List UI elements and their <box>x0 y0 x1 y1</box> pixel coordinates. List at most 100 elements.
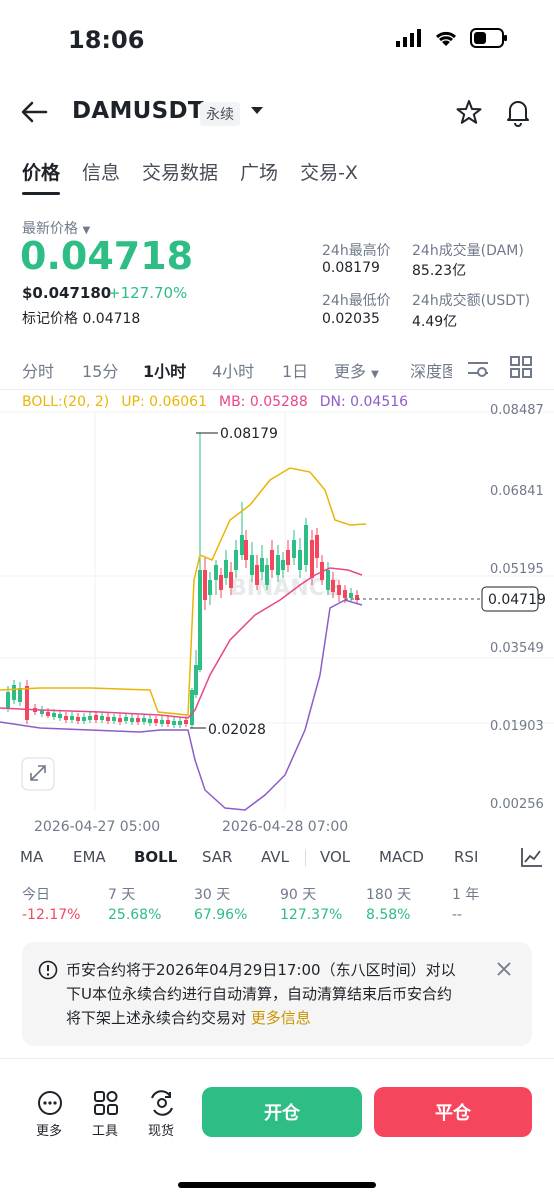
candle-body <box>349 593 353 598</box>
divider <box>0 1058 554 1059</box>
more-info-link[interactable]: 更多信息 <box>251 1009 311 1027</box>
candle-body <box>118 718 122 722</box>
candle-body <box>198 570 202 670</box>
status-icons <box>396 28 508 48</box>
indicator-vol[interactable]: VOL <box>320 848 350 866</box>
indicator-chart-icon[interactable] <box>520 846 544 868</box>
spot-button[interactable] <box>149 1090 175 1120</box>
candle-body <box>70 716 74 720</box>
tab-info[interactable]: 信息 <box>82 158 120 185</box>
candle-body <box>234 550 238 570</box>
amount-value: 4.49亿 <box>412 314 458 330</box>
star-icon[interactable] <box>455 98 483 126</box>
candle-body <box>18 688 22 702</box>
candle-body <box>276 555 280 575</box>
tab-square[interactable]: 广场 <box>240 158 278 185</box>
perf-value: 8.58% <box>366 907 411 923</box>
candle-body <box>64 716 68 720</box>
tab-price[interactable]: 价格 <box>22 158 61 195</box>
volume-label: 24h成交量(DAM) <box>412 243 524 259</box>
indicator-macd[interactable]: MACD <box>379 848 424 866</box>
y-tick: 0.03549 <box>490 641 544 656</box>
candle-body <box>112 717 116 721</box>
indicator-rsi[interactable]: RSI <box>454 848 478 866</box>
symbol-title[interactable]: DAMUSDT <box>72 98 204 124</box>
high-annotation: 0.08179 <box>220 426 278 442</box>
candle-body <box>208 580 212 595</box>
y-tick: 0.08487 <box>490 403 544 418</box>
battery-icon <box>470 28 507 48</box>
candle-body <box>343 590 347 598</box>
candle-body <box>190 690 194 725</box>
candle-body <box>106 717 110 721</box>
perf-label: 7 天 <box>108 887 136 903</box>
back-arrow-icon[interactable] <box>18 98 50 126</box>
candle-body <box>224 560 228 578</box>
close-icon[interactable] <box>496 961 512 977</box>
wifi-icon <box>435 31 457 46</box>
candle-body <box>58 714 62 718</box>
y-tick: 0.01903 <box>490 719 544 734</box>
tab-trading-data[interactable]: 交易数据 <box>142 158 218 185</box>
bell-icon[interactable] <box>504 97 532 127</box>
caret-down-icon[interactable] <box>250 106 264 116</box>
indicator-ma[interactable]: MA <box>20 848 43 866</box>
tf-depth[interactable]: 深度图 <box>410 358 452 382</box>
perf-label: 30 天 <box>194 887 231 903</box>
candle-body <box>130 718 134 722</box>
info-icon <box>38 960 58 980</box>
perf-value: -- <box>452 907 463 923</box>
tools-button[interactable] <box>93 1090 119 1120</box>
close-position-button[interactable]: 平仓 <box>374 1087 532 1137</box>
mark-price: 标记价格 0.04718 <box>22 311 141 327</box>
candle-body <box>172 721 176 725</box>
candle-body <box>76 717 80 721</box>
candle-body <box>194 665 198 695</box>
tf-2[interactable]: 15分 <box>82 358 118 382</box>
candle-body <box>304 525 308 565</box>
candle-body <box>250 555 254 575</box>
indicator-boll[interactable]: BOLL <box>134 848 177 866</box>
candle-body <box>136 718 140 722</box>
divider <box>305 850 306 866</box>
x-tick: 2026-04-27 05:00 <box>34 819 161 835</box>
volume-value: 85.23亿 <box>412 263 467 279</box>
candle-body <box>219 575 223 590</box>
y-tick: 0.06841 <box>490 484 544 499</box>
tools-label: 工具 <box>92 1124 119 1139</box>
indicator-avl[interactable]: AVL <box>261 848 289 866</box>
candle-body <box>184 720 188 724</box>
price-change: +127.70% <box>108 284 188 302</box>
candle-body <box>160 720 164 724</box>
low-annotation: 0.02028 <box>208 722 266 738</box>
grid-lines <box>0 411 554 810</box>
y-tick: 0.00256 <box>490 797 544 812</box>
high-value: 0.08179 <box>322 260 380 276</box>
tf-3[interactable]: 1小时 <box>143 358 186 382</box>
tf-more[interactable]: 更多 ▼ <box>334 358 379 382</box>
indicator-sar[interactable]: SAR <box>202 848 232 866</box>
tf-4[interactable]: 4小时 <box>212 358 254 382</box>
indicator-ema[interactable]: EMA <box>73 848 106 866</box>
x-tick: 2026-04-28 07:00 <box>222 819 349 835</box>
last-price: 0.04718 <box>20 234 194 278</box>
notice-text: 币安合约将于2026年04月29日17:00（东八区时间）对以下U本位永续合约进… <box>66 961 456 1027</box>
candle-body <box>100 716 104 720</box>
perf-value: 25.68% <box>108 907 162 923</box>
grid-layout-icon[interactable] <box>510 356 532 378</box>
open-position-button[interactable]: 开仓 <box>202 1087 362 1137</box>
chart-settings-icon[interactable] <box>466 356 490 380</box>
tab-trade-x[interactable]: 交易-X <box>300 158 358 185</box>
signal-icon <box>396 29 421 47</box>
candle-body <box>82 717 86 721</box>
kline-chart[interactable]: BINANCE 0.08179 0.02028 0.04719 0.08487 … <box>0 390 554 820</box>
candle-body <box>203 570 207 600</box>
caret-down-icon: ▼ <box>371 369 379 380</box>
tf-1[interactable]: 分时 <box>22 358 54 382</box>
candle-body <box>178 721 182 725</box>
perf-label: 90 天 <box>280 887 317 903</box>
tf-5[interactable]: 1日 <box>282 358 308 382</box>
candle-body <box>6 692 10 708</box>
more-button[interactable] <box>36 1090 64 1120</box>
candle-body <box>46 712 50 716</box>
